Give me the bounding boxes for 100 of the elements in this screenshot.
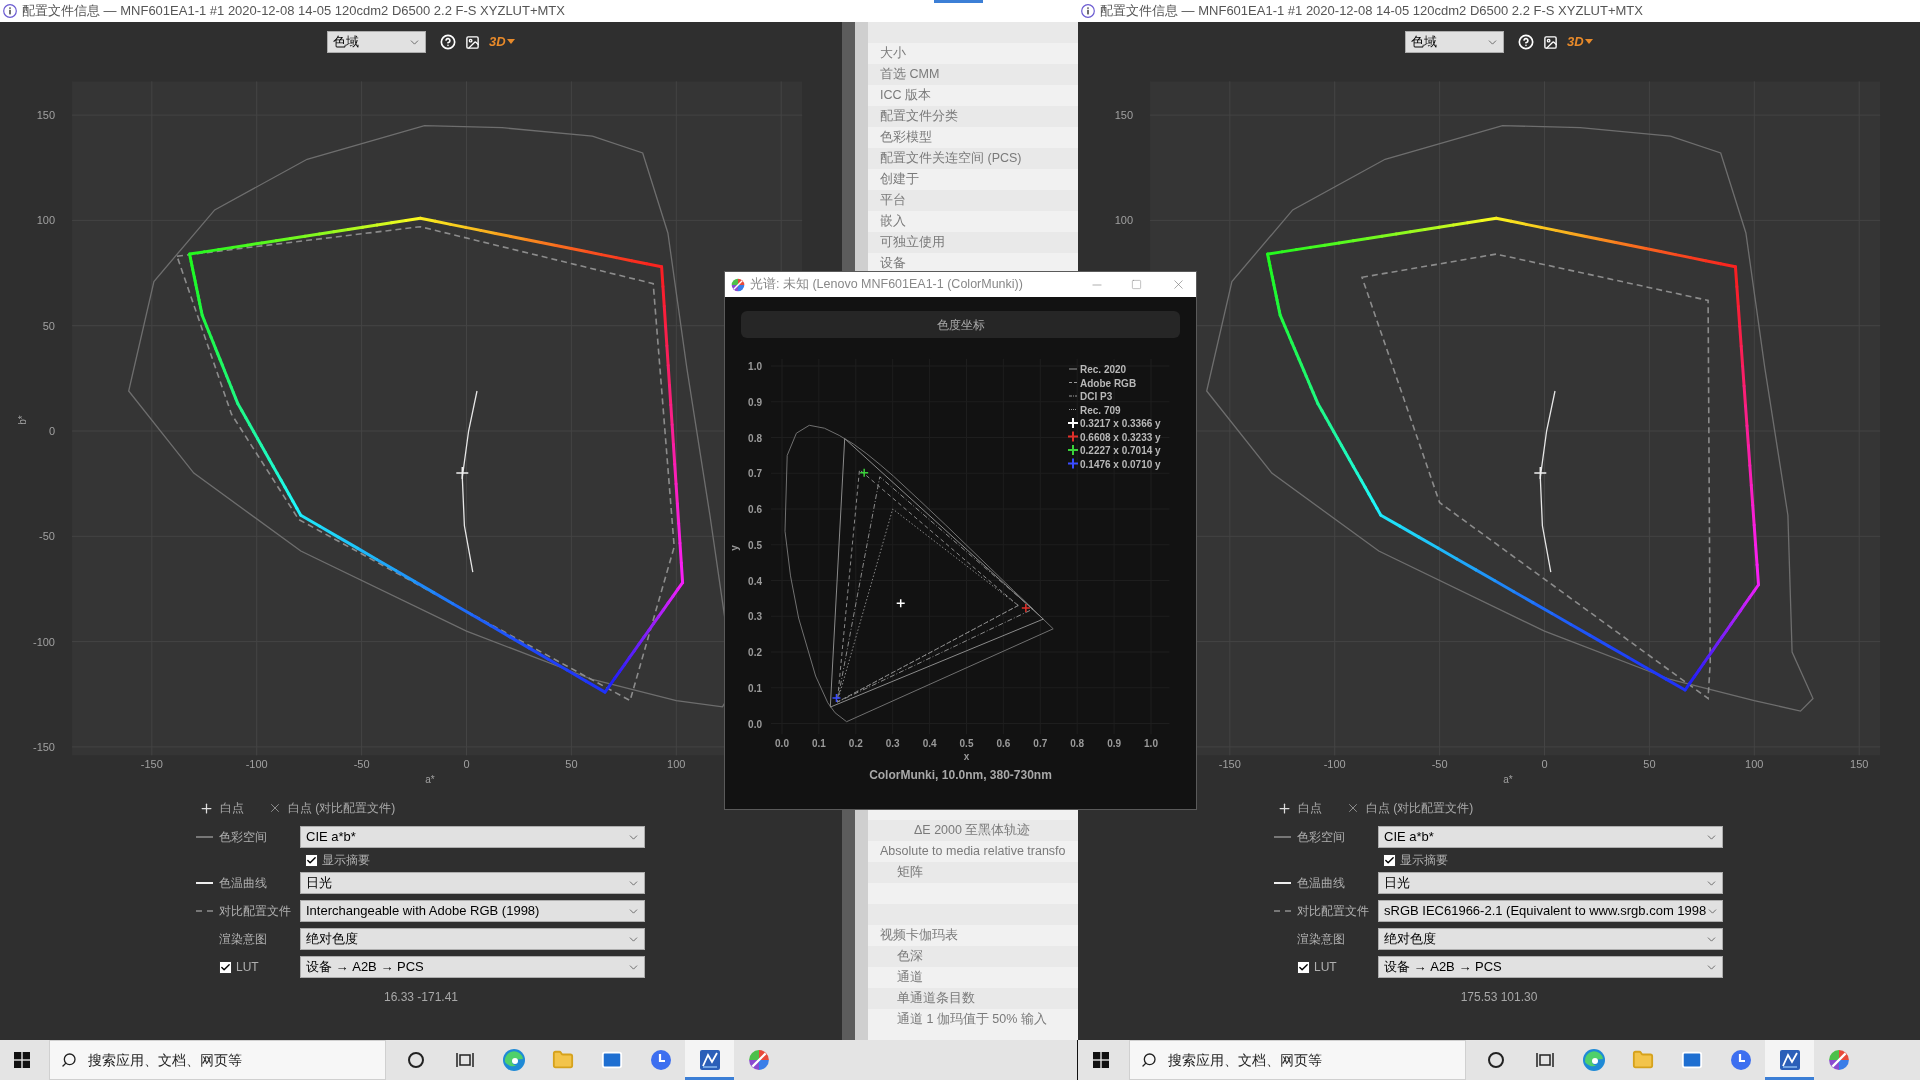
folder-icon	[1631, 1049, 1654, 1071]
tick-label: 0.3	[748, 611, 762, 623]
dropdown[interactable]: CIE a*b*	[300, 826, 645, 848]
help-icon[interactable]	[440, 34, 456, 50]
tick-label: 50	[565, 758, 578, 770]
tick-label: 0	[48, 425, 55, 437]
checkbox[interactable]	[219, 960, 232, 974]
taskbar-app[interactable]	[685, 1040, 734, 1080]
dropdown[interactable]: sRGB IEC61966-2.1 (Equivalent to www.srgb.com 1998	[1378, 900, 1723, 922]
dropdown[interactable]: CIE a*b*	[1378, 826, 1723, 848]
info-icon	[3, 4, 17, 18]
field-label: 对比配置文件	[1297, 903, 1370, 920]
dropdown[interactable]: 设备 → A2B → PCS	[300, 956, 645, 978]
color-wheel-icon	[747, 1049, 770, 1071]
tick-label: 50	[42, 319, 55, 332]
legend-label: Adobe RGB	[1080, 377, 1137, 389]
tree-item[interactable]: 配置文件关连空间 (PCS)	[868, 148, 1078, 169]
window-title: 配置文件信息 — MNF601EA1-1 #1 2020-12-08 14-05 120cdm2 D6500 2.2 F-S XYZLUT+MTX	[22, 2, 565, 21]
caret-icon	[506, 39, 515, 45]
search-field[interactable]: 搜索应用、文档、网页等	[49, 1040, 386, 1080]
line-sample	[196, 836, 213, 838]
window-title: 配置文件信息 — MNF601EA1-1 #1 2020-12-08 14-05 120cdm2 D6500 2.2 F-S XYZLUT+MTX	[1100, 2, 1643, 21]
search-field[interactable]: 搜索应用、文档、网页等	[1129, 1040, 1466, 1080]
tick-label: -150	[140, 758, 163, 770]
tree-item[interactable]: 单通道条目数	[868, 988, 1078, 1009]
taskbar-app[interactable]	[1765, 1040, 1814, 1080]
field-label: 色彩空间	[1297, 829, 1346, 846]
tree-item[interactable]: 可独立使用	[868, 232, 1078, 253]
tick-label: 150	[1114, 109, 1133, 122]
tick-label: 0.2	[848, 738, 863, 749]
legend-label: 0.1476 x 0.0710 y	[1080, 458, 1161, 470]
tree-item[interactable]: 色深	[868, 946, 1078, 967]
view-3d-button[interactable]: 3D	[1567, 32, 1593, 52]
axis-label: b*	[17, 415, 28, 425]
cross-icon	[1277, 800, 1292, 816]
line-sample	[196, 882, 213, 884]
checkbox[interactable]	[1383, 853, 1396, 867]
tree-item[interactable]: ΔE 2000 至黑体轨迹	[868, 820, 1078, 841]
legend-label: 白点	[1298, 800, 1322, 817]
point-cross	[859, 468, 869, 478]
browser-icon	[1581, 1048, 1606, 1072]
tick-label: 100	[1745, 758, 1764, 770]
image-icon[interactable]	[1543, 34, 1558, 50]
view-3d-button[interactable]: 3D	[489, 32, 515, 52]
tick-label: 0.2	[748, 647, 762, 658]
tick-label: 0.6	[748, 504, 762, 515]
field-label: 渲染意图	[219, 931, 268, 948]
color-wheel-icon	[1827, 1049, 1850, 1071]
field-label: 色彩空间	[219, 829, 268, 846]
legend-label: 白点 (对比配置文件)	[1366, 800, 1474, 817]
caret-icon	[1584, 39, 1593, 45]
dropdown[interactable]: 色域	[1405, 31, 1504, 53]
windows-logo-icon	[14, 1052, 30, 1068]
line-sample	[196, 910, 213, 912]
tick-label: -50	[353, 758, 370, 770]
cross-marker	[455, 466, 470, 480]
tick-label: 0	[463, 758, 470, 770]
tick-label: 0.8	[1070, 738, 1085, 749]
line-sample	[1068, 395, 1078, 397]
section-header[interactable]: 色度坐标	[741, 311, 1180, 338]
point-cross	[1021, 603, 1031, 613]
field-label: 渲染意图	[1297, 931, 1346, 948]
tab-indicator	[934, 0, 983, 3]
tick-label: 0.5	[959, 738, 974, 749]
tree-item[interactable]: 平台	[868, 190, 1078, 211]
dropdown[interactable]: 日光	[300, 872, 645, 894]
dropdown[interactable]: 日光	[1378, 872, 1723, 894]
help-icon[interactable]	[1518, 34, 1534, 50]
tick-label: 0.0	[748, 718, 762, 730]
dropdown[interactable]: Interchangeable with Adobe RGB (1998)	[300, 900, 645, 922]
x-icon	[268, 801, 282, 815]
app-icon	[731, 277, 745, 292]
tree-item[interactable]: 首选 CMM	[868, 64, 1078, 85]
image-icon[interactable]	[465, 34, 480, 50]
folder-icon	[551, 1049, 574, 1071]
checkbox[interactable]	[305, 853, 318, 867]
circle-icon	[1486, 1051, 1505, 1069]
line-sample	[1068, 409, 1078, 410]
tick-label: 0	[1541, 758, 1548, 770]
legend-label: 0.2227 x 0.7014 y	[1080, 445, 1161, 456]
browser-icon	[501, 1048, 526, 1072]
tick-label: -100	[1323, 758, 1346, 770]
line-sample	[1274, 882, 1291, 884]
legend-label: Rec. 2020	[1080, 364, 1127, 375]
dropdown[interactable]: 绝对色度	[300, 928, 645, 950]
checkbox[interactable]	[1297, 960, 1310, 974]
line-sample	[1068, 382, 1078, 383]
line-sample	[1274, 910, 1291, 912]
dropdown[interactable]: 色域	[327, 31, 426, 53]
point-cross	[831, 693, 842, 703]
axis-label: a*	[1503, 774, 1513, 785]
field-label: 对比配置文件	[219, 903, 292, 920]
dropdown[interactable]: 绝对色度	[1378, 928, 1723, 950]
search-icon	[1141, 1052, 1157, 1068]
clock-icon	[1729, 1049, 1752, 1071]
tree-item[interactable]: 矩阵	[868, 862, 1078, 883]
tree-item[interactable]: 配置文件分类	[868, 106, 1078, 127]
legend-label: Rec. 709	[1080, 404, 1121, 416]
tick-label: 150	[36, 109, 55, 122]
dropdown[interactable]: 设备 → A2B → PCS	[1378, 956, 1723, 978]
